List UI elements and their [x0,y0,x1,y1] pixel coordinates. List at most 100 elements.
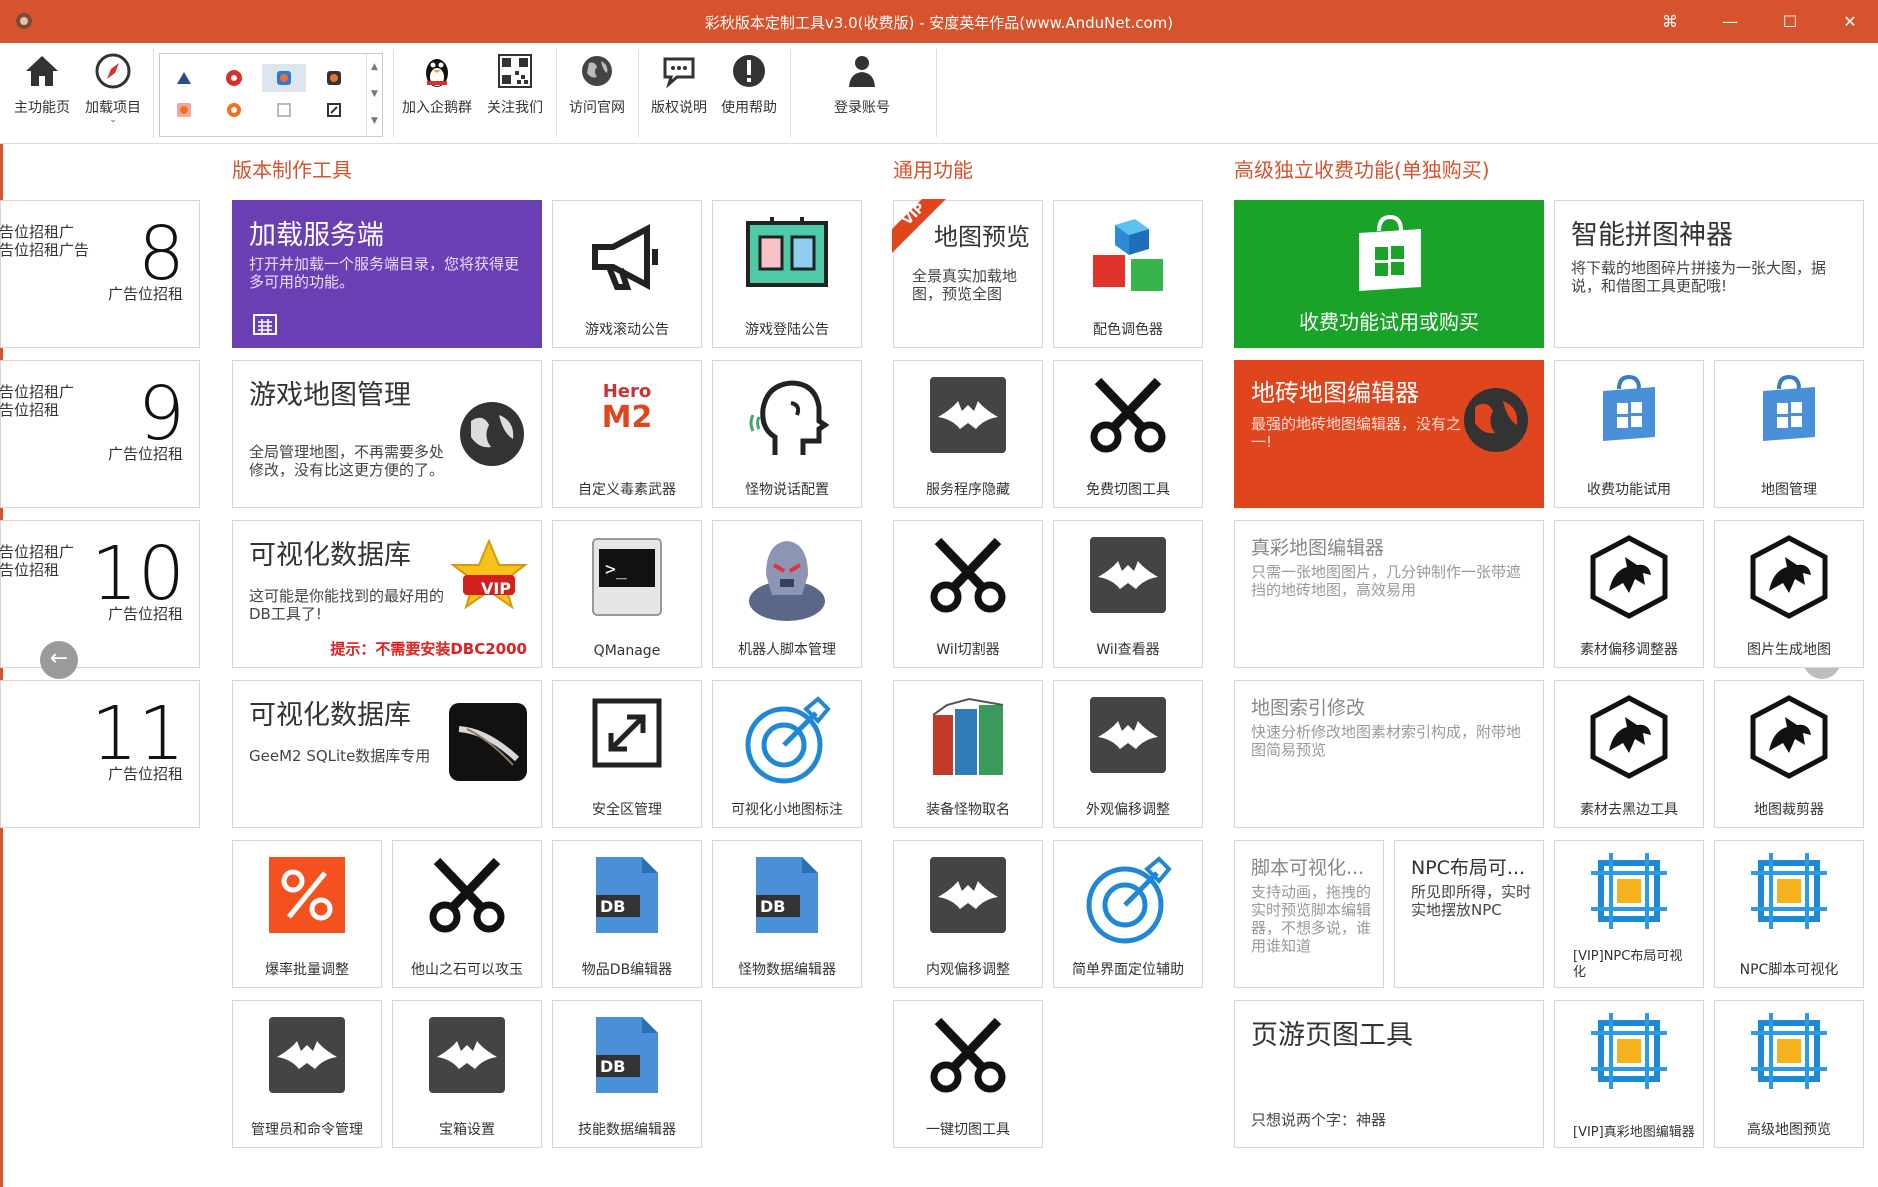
safe-zone-tile[interactable]: 安全区管理 [552,680,702,828]
chest-tile[interactable]: 宝箱设置 [392,1000,542,1148]
bat-logo-icon [269,1017,345,1093]
ad-tile-11[interactable]: 11 广告位招租 [0,680,200,828]
map-index-tile[interactable]: 地图索引修改 快速分析修改地图素材索引构成，附带地图简易预览 [1234,680,1544,828]
drop-rate-tile[interactable]: 爆率批量调整 [232,840,382,988]
admin-tile[interactable]: 管理员和命令管理 [232,1000,382,1148]
copyright-label: 版权说明 [651,100,707,116]
login-notice-tile[interactable]: 游戏登陆公告 [712,200,862,348]
vip-npc-layout-tile[interactable]: [VIP]NPC布局可视化 [1554,840,1704,988]
drop-rate-label: 爆率批量调整 [265,962,349,978]
one-cut-tile[interactable]: 一键切图工具 [893,1000,1043,1148]
monster-talk-tile[interactable]: 怪物说话配置 [712,360,862,508]
scroll-notice-tile[interactable]: 游戏滚动公告 [552,200,702,348]
scroll-left-button[interactable]: ← [40,641,78,679]
ad-caption: 广告位招租 [107,445,183,463]
minimize-button[interactable]: — [1702,0,1758,43]
vip-npc-layout-label: [VIP]NPC布局可视化 [1573,949,1683,980]
robot-script-tile[interactable]: 机器人脚本管理 [712,520,862,668]
toolbar-separator [556,49,557,137]
books-icon [932,697,1004,775]
npc-script-tile[interactable]: NPC脚本可视化 [1714,840,1864,988]
npc-layout-tile[interactable]: NPC布局可... 所见即所得，实时实地摆放NPC [1394,840,1544,988]
scroll-down-icon[interactable]: ▼ [367,81,382,108]
poison-weapon-tile[interactable]: Hero M2 自定义毒素武器 [552,360,702,508]
map-manager-tile[interactable]: 地图管理 [1714,360,1864,508]
maximize-button[interactable]: ☐ [1762,0,1818,43]
qmanage-tile[interactable]: >_ QManage [552,520,702,668]
script-visual-tile[interactable]: 脚本可视化... 支持动画，拖拽的实时预览脚本编辑器，不想多说，谁用谁知道 [1234,840,1384,988]
compact-icon: ⌘ [1662,12,1678,31]
wil-view-tile[interactable]: Wil查看器 [1053,520,1203,668]
ad-text: 告位招租广 [0,223,75,241]
image-to-map-tile[interactable]: 图片生成地图 [1714,520,1864,668]
visit-website-button[interactable]: 访问官网 [562,51,632,117]
login-notice-label: 游戏登陆公告 [745,322,829,338]
tool-icon-2[interactable] [220,66,248,90]
tool-icon-7[interactable] [270,98,298,122]
ad-caption: 广告位招租 [107,605,183,623]
home-button[interactable]: 主功能页 [10,51,74,117]
map-index-title: 地图索引修改 [1251,697,1366,719]
map-crop-tile[interactable]: 地图裁剪器 [1714,680,1864,828]
advanced-preview-tile[interactable]: 高级地图预览 [1714,1000,1864,1148]
gallery-expand-icon[interactable]: ▼ [367,108,382,135]
tool-icon-4[interactable] [320,66,348,90]
map-preview-desc: 全景真实加载地图，预览全图 [912,267,1018,303]
color-picker-tile[interactable]: 配色调色器 [1053,200,1203,348]
minimap-mark-tile[interactable]: 可视化小地图标注 [712,680,862,828]
scroll-up-icon[interactable]: ▲ [367,54,382,81]
exclamation-icon [733,55,765,87]
ui-locate-tile[interactable]: 简单界面定位辅助 [1053,840,1203,988]
naming-tile[interactable]: 装备怪物取名 [893,680,1043,828]
wil-cut-tile[interactable]: Wil切割器 [893,520,1043,668]
vip-true-color-tile[interactable]: [VIP]真彩地图编辑器 [1554,1000,1704,1148]
visual-db-sqlite-tile[interactable]: 可视化数据库 GeeM2 SQLite数据库专用 [232,680,542,828]
stone-tile[interactable]: 他山之石可以攻玉 [392,840,542,988]
visual-db-tile[interactable]: 可视化数据库 这可能是你能找到的最好用的DB工具了! 提示：不需要安装DBC20… [232,520,542,668]
skill-db-tile[interactable]: DB 技能数据编辑器 [552,1000,702,1148]
advanced-preview-label: 高级地图预览 [1747,1122,1831,1138]
tool-icon-1[interactable] [170,66,198,90]
map-manage-tile[interactable]: 游戏地图管理 全局管理地图，不再需要多处修改，没有比这更方便的了。 [232,360,542,508]
service-hide-label: 服务程序隐藏 [926,482,1010,498]
section-general: 通用功能 [893,158,973,182]
trial-function-tile[interactable]: 收费功能试用 [1554,360,1704,508]
copyright-button[interactable]: 版权说明 [644,51,714,117]
inner-offset-tile[interactable]: 内观偏移调整 [893,840,1043,988]
compact-mode-button[interactable]: ⌘ [1642,0,1698,43]
outer-offset-label: 外观偏移调整 [1086,802,1170,818]
monster-db-tile[interactable]: DB 怪物数据编辑器 [712,840,862,988]
remove-border-tile[interactable]: 素材去黑边工具 [1554,680,1704,828]
tool-icon-5[interactable] [170,98,198,122]
follow-us-button[interactable]: 关注我们 [480,51,550,117]
map-manage-title: 游戏地图管理 [249,380,411,411]
puzzle-tool-tile[interactable]: 智能拼图神器 将下载的地图碎片拼接为一张大图，据说，和借图工具更配哦! [1554,200,1864,348]
ad-tile-9[interactable]: 告位招租广 告位招租 9 广告位招租 [0,360,200,508]
load-project-button[interactable]: 加载项目 ⌄ [80,51,146,125]
tool-icon-8[interactable] [320,98,348,122]
outer-offset-tile[interactable]: 外观偏移调整 [1053,680,1203,828]
bat-logo-icon [1090,537,1166,613]
web-game-tile[interactable]: 页游页图工具 只想说两个字：神器 [1234,1000,1544,1148]
true-color-editor-tile[interactable]: 真彩地图编辑器 只需一张地图图片，几分钟制作一张带遮挡的地砖地图，高效易用 [1234,520,1544,668]
tool-icon-3[interactable] [262,64,306,92]
join-group-button[interactable]: 加入企鹅群 [398,51,476,117]
gallery-scrollbar[interactable]: ▲ ▼ ▼ [366,54,382,136]
ad-tile-8[interactable]: 告位招租广 告位招租广告 8 广告位招租 [0,200,200,348]
tile-map-editor-tile[interactable]: 地砖地图编辑器 最强的地砖地图编辑器，没有之一! [1234,360,1544,508]
tool-icon-6[interactable] [220,98,248,122]
map-preview-tile[interactable]: VIP 地图预览 全景真实加载地图，预览全图 [892,199,1043,348]
trial-purchase-tile[interactable]: 收费功能试用或购买 [1234,200,1544,348]
service-hide-tile[interactable]: 服务程序隐藏 [893,360,1043,508]
load-server-tile[interactable]: 加载服务端 打开并加载一个服务端目录，您将获得更多可用的功能。 [232,200,542,348]
item-db-tile[interactable]: DB 物品DB编辑器 [552,840,702,988]
material-offset-tile[interactable]: 素材偏移调整器 [1554,520,1704,668]
bat-logo-icon [429,1017,505,1093]
help-button[interactable]: 使用帮助 [714,51,784,117]
poison-weapon-label: 自定义毒素武器 [578,482,676,498]
speaking-head-icon [749,380,829,455]
close-button[interactable]: ✕ [1822,0,1878,43]
free-cut-tile[interactable]: 免费切图工具 [1053,360,1203,508]
login-button[interactable]: 登录账号 [822,51,902,117]
ad-tile-10[interactable]: 告位招租广 告位招租 10 广告位招租 [0,520,200,668]
